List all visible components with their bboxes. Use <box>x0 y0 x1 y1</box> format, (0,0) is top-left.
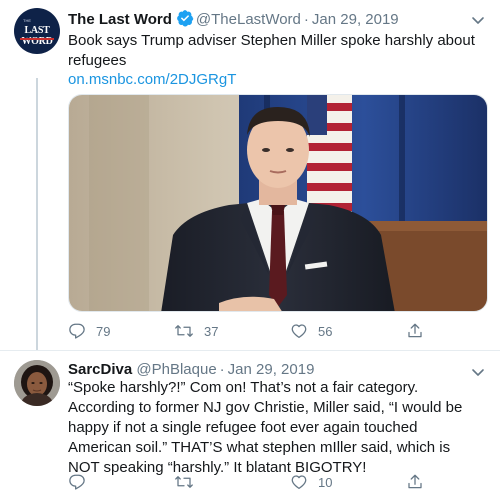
like-icon <box>291 324 307 339</box>
tweet-photo[interactable] <box>68 94 488 312</box>
tweet-divider <box>0 350 500 351</box>
tweet-text: “Spoke harshly?!” Com on! That’s not a f… <box>68 379 463 476</box>
avatar-photo <box>14 360 60 406</box>
share-button[interactable] <box>406 320 424 342</box>
tweet-link[interactable]: on.msnbc.com/2DJGRgT <box>68 71 236 88</box>
tweet-actions: 10 <box>68 471 488 493</box>
tweet-card[interactable]: THE LAST WORD The Last Word @TheLastWord ·… <box>0 0 500 351</box>
author-name[interactable]: SarcDiva <box>68 361 132 378</box>
author-handle[interactable]: @TheLastWord <box>196 11 301 28</box>
like-icon <box>291 475 307 490</box>
retweet-button[interactable]: 37 <box>174 320 218 342</box>
reply-button[interactable] <box>68 471 96 493</box>
author-name[interactable]: The Last Word <box>68 11 172 28</box>
avatar[interactable]: THE LAST WORD <box>14 8 60 54</box>
like-count: 10 <box>318 474 333 490</box>
separator-dot: · <box>303 11 309 28</box>
tweet-date[interactable]: Jan 29, 2019 <box>228 361 315 378</box>
reply-count: 79 <box>96 323 111 339</box>
tweet-date[interactable]: Jan 29, 2019 <box>312 11 399 28</box>
photo-illustration <box>69 95 487 311</box>
chevron-down-icon[interactable] <box>470 12 486 33</box>
share-icon <box>408 474 422 489</box>
retweet-icon <box>175 325 193 337</box>
reply-button[interactable]: 79 <box>68 320 110 342</box>
tweet-card[interactable]: SarcDiva @PhBlaque · Jan 29, 2019 “Spoke h… <box>0 352 500 503</box>
author-handle[interactable]: @PhBlaque <box>136 361 216 378</box>
share-icon <box>408 323 422 338</box>
reply-icon <box>69 323 85 339</box>
logo-text-small: THE <box>23 18 31 23</box>
retweet-icon <box>175 476 193 488</box>
logo-underline <box>20 38 54 40</box>
like-count: 56 <box>318 323 333 339</box>
verified-badge-icon <box>176 9 194 31</box>
like-button[interactable]: 10 <box>290 471 332 493</box>
reply-icon <box>69 474 85 490</box>
tweet-actions: 79 37 56 <box>68 320 488 342</box>
like-button[interactable]: 56 <box>290 320 332 342</box>
retweet-count: 37 <box>204 323 219 339</box>
tweet-header: The Last Word @TheLastWord · Jan 29, 2019 <box>68 9 399 29</box>
separator-dot: · <box>219 361 225 378</box>
share-button[interactable] <box>406 471 424 493</box>
avatar[interactable] <box>14 360 60 406</box>
logo-text-main: LAST WORD <box>21 25 53 47</box>
tweet-text: Book says Trump adviser Stephen Miller s… <box>68 32 475 69</box>
retweet-button[interactable] <box>174 471 204 493</box>
